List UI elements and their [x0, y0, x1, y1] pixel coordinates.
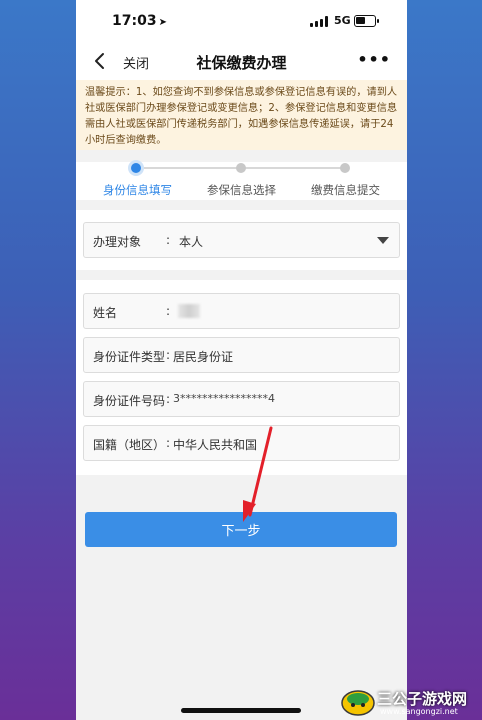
watermark-url: www.sangongzi.net	[380, 707, 458, 716]
target-select[interactable]: 办理对象 : 本人	[83, 222, 400, 258]
target-section: 办理对象 : 本人	[76, 210, 407, 270]
target-value: 本人	[179, 235, 204, 249]
id-type-field[interactable]: 身份证件类型 : 居民身份证	[83, 337, 400, 373]
target-label: 办理对象	[93, 235, 142, 249]
colon: :	[166, 348, 171, 362]
status-time: 17:03 ➤	[112, 13, 167, 29]
step-connector	[138, 167, 238, 169]
step-label-2: 参保信息选择	[207, 183, 276, 197]
phone-screen: 17:03 ➤ 5G 关闭 社保缴费办理 ••• 温馨提示：1、如您查询不到参保信…	[76, 0, 407, 720]
id-number-value: 3****************4	[173, 392, 275, 405]
nationality-field[interactable]: 国籍（地区） : 中华人民共和国	[83, 425, 400, 461]
id-number-label: 身份证件号码	[93, 394, 166, 408]
name-field[interactable]: 姓名 :	[83, 293, 400, 329]
step-label-1: 身份信息填写	[103, 183, 172, 197]
colon: :	[166, 304, 171, 318]
next-step-button[interactable]: 下一步	[85, 512, 397, 547]
network-type: 5G	[334, 14, 351, 27]
step-connector	[244, 167, 344, 169]
caret-down-icon	[377, 237, 389, 244]
colon: :	[166, 436, 171, 450]
colon: :	[166, 392, 171, 406]
colon: :	[166, 233, 171, 247]
notice-banner: 温馨提示：1、如您查询不到参保信息或参保登记信息有误的，请到人社或医保部门办理参…	[76, 80, 407, 150]
watermark-name: 三公子游戏网	[377, 690, 468, 708]
signal-icon	[310, 16, 328, 27]
id-number-field[interactable]: 身份证件号码 : 3****************4	[83, 381, 400, 417]
nationality-value: 中华人民共和国	[173, 438, 258, 452]
step-progress: 身份信息填写 参保信息选择 缴费信息提交	[76, 162, 407, 200]
step-label-3: 缴费信息提交	[311, 183, 380, 197]
watermark-logo-icon	[341, 690, 375, 716]
step-dot-3	[340, 163, 350, 173]
status-time-text: 17:03	[112, 13, 157, 29]
home-indicator	[181, 708, 301, 713]
location-arrow-icon: ➤	[158, 17, 167, 28]
id-type-value: 居民身份证	[173, 350, 234, 364]
step-dot-1	[131, 163, 141, 173]
status-bar: 17:03 ➤ 5G	[76, 0, 407, 42]
identity-section: 姓名 : 身份证件类型 : 居民身份证 身份证件号码 : 3**********…	[76, 280, 407, 475]
watermark: 三公子游戏网 www.sangongzi.net	[340, 686, 480, 718]
nav-bar: 关闭 社保缴费办理 •••	[76, 42, 407, 80]
nationality-label: 国籍（地区）	[93, 438, 166, 452]
name-label: 姓名	[93, 306, 118, 320]
battery-icon	[354, 15, 379, 27]
more-menu-icon[interactable]: •••	[357, 50, 391, 69]
name-value-redacted	[178, 304, 200, 318]
id-type-label: 身份证件类型	[93, 350, 166, 364]
step-dot-2	[236, 163, 246, 173]
